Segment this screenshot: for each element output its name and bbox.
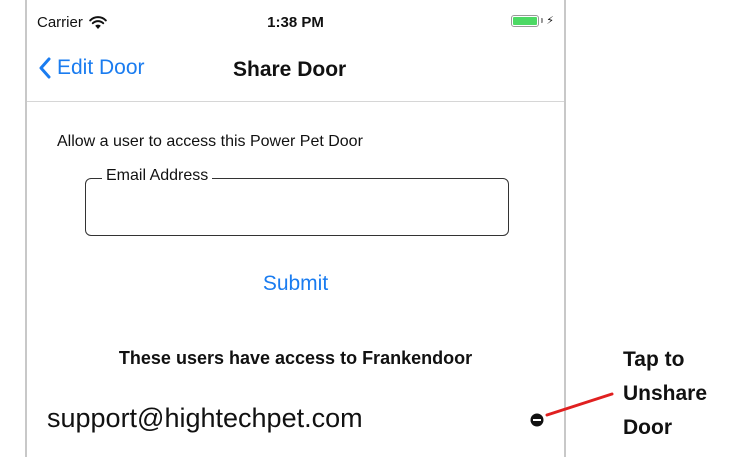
annotation-callout: Tap to Unshare Door [623, 343, 707, 445]
status-time: 1:38 PM [267, 14, 324, 31]
battery-tip [541, 18, 544, 23]
navigation-bar: Edit Door Share Door [27, 46, 564, 102]
back-button[interactable]: Edit Door [39, 56, 145, 80]
shared-user-email: support@hightechpet.com [47, 403, 363, 433]
email-field-label: Email Address [102, 167, 213, 185]
battery-body [511, 14, 540, 27]
annotation-line-2: Unshare [623, 382, 708, 405]
battery-fill [513, 16, 538, 25]
page: Carrier 1:38 PM ⚡ Edit Door Share Door A… [0, 0, 744, 457]
phone-screen: Carrier 1:38 PM ⚡ Edit Door Share Door A… [25, 0, 566, 457]
battery-charging-icon: ⚡ [511, 14, 554, 27]
charging-bolt-icon: ⚡ [546, 15, 554, 27]
share-intro-text: Allow a user to access this Power Pet Do… [57, 133, 363, 150]
page-title: Share Door [233, 58, 347, 81]
status-bar: Carrier 1:38 PM ⚡ [27, 0, 564, 46]
email-field[interactable]: Email Address [85, 167, 509, 236]
submit-button[interactable]: Submit [27, 272, 564, 296]
chevron-left-icon [39, 57, 51, 79]
minus-circle-icon[interactable] [530, 413, 544, 427]
list-item: support@hightechpet.com [27, 395, 564, 445]
back-button-label: Edit Door [57, 56, 145, 79]
email-input[interactable] [96, 191, 500, 223]
annotation-line-3: Door [623, 416, 672, 439]
shared-users-heading: These users have access to Frankendoor [118, 348, 473, 368]
annotation-line-1: Tap to [623, 348, 685, 371]
